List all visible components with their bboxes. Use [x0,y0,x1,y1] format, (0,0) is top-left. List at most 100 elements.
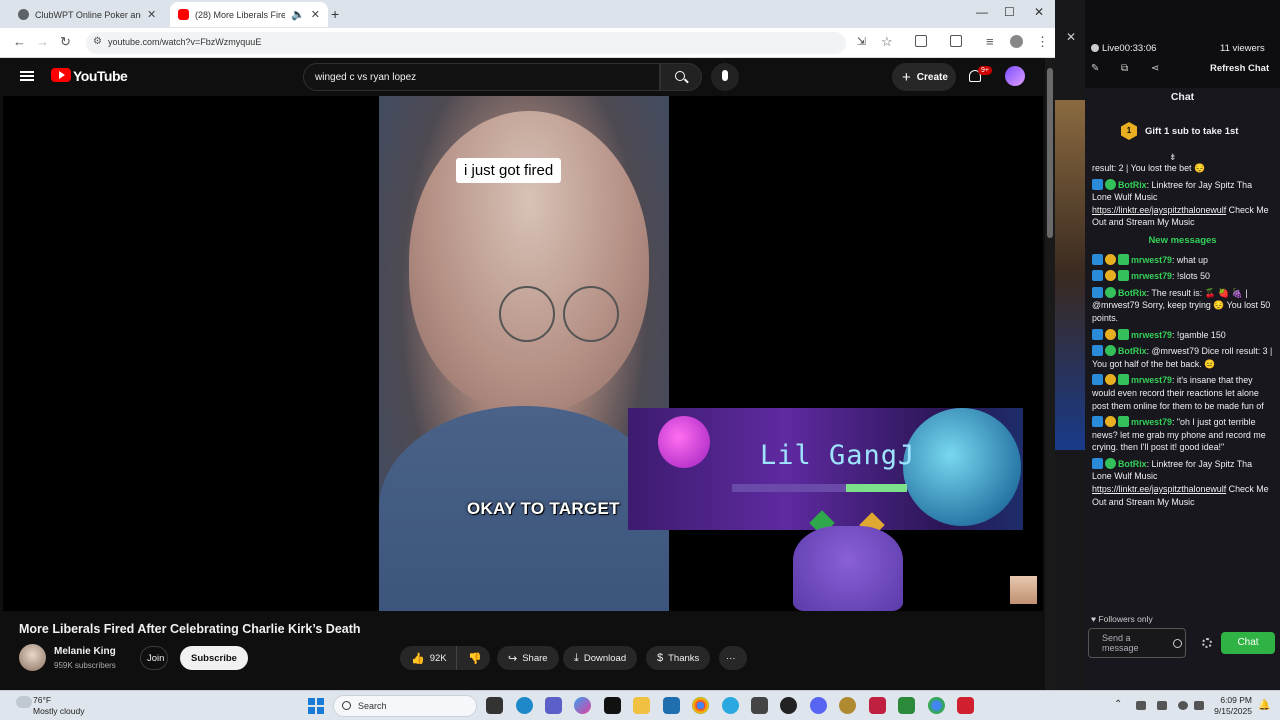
file-explorer-icon[interactable] [633,697,650,714]
chat-message-input[interactable]: Send a message [1088,628,1186,658]
weather-temperature[interactable]: 76°F [33,695,51,705]
site-info-icon[interactable]: ⚙ [93,36,102,47]
chat-message: mrwest79: it's insane that they would ev… [1085,372,1280,414]
message-link[interactable]: https://linktr.ee/jayspitzthalonewulf [1092,205,1226,215]
app-icon[interactable] [780,697,797,714]
copilot-icon[interactable] [574,697,591,714]
search-input[interactable]: winged c vs ryan lopez [303,63,660,91]
glasses [563,286,619,342]
clock-date[interactable]: 9/15/2025 [1199,706,1252,716]
bookmark-star-icon[interactable]: ☆ [881,34,893,50]
chrome-icon[interactable] [928,697,945,714]
chat-username[interactable]: BotRix [1118,459,1147,469]
chat-settings-icon[interactable] [1202,638,1212,648]
store-icon[interactable] [663,697,680,714]
youtube-logo-icon[interactable] [51,68,71,82]
app-icon[interactable] [869,697,886,714]
popout-icon[interactable]: ⧉ [1121,63,1128,74]
download-button[interactable]: ⤓ Download [563,646,638,670]
join-button[interactable]: Join [140,646,168,670]
clock-time[interactable]: 6:09 PM [1212,695,1252,705]
discord-icon[interactable] [810,697,827,714]
app-icon[interactable] [839,697,856,714]
chat-username[interactable]: mrwest79 [1131,255,1172,265]
chat-username[interactable]: BotRix [1118,180,1147,190]
chat-message: BotRix: Linktree for Jay Spitz Tha Lone … [1085,177,1280,231]
app-icon[interactable] [898,697,915,714]
task-view-icon[interactable] [486,697,503,714]
chat-username[interactable]: mrwest79 [1131,271,1172,281]
chat-send-button[interactable]: Chat [1221,632,1275,654]
video-player[interactable]: i just got fired OKAY TO TARGET Lil Gang… [3,96,1043,611]
profile-avatar[interactable] [1010,35,1023,48]
page-scrollbar[interactable] [1045,58,1055,690]
channel-watermark[interactable] [1010,576,1037,604]
edge-icon[interactable] [516,697,533,714]
prime-badge-icon [1092,374,1103,386]
close-window-icon[interactable]: ✕ [1034,5,1044,19]
share-button[interactable]: ↪ Share [497,646,559,670]
search-button[interactable] [660,63,702,91]
notifications-icon[interactable]: 🔔 [1258,700,1270,711]
chrome-icon[interactable] [692,697,709,714]
install-app-icon[interactable]: ⇲ [857,35,866,48]
chat-username[interactable]: BotRix [1118,288,1147,298]
forward-icon[interactable]: → [36,34,49,49]
weather-cloud-icon[interactable] [16,696,32,708]
chat-username[interactable]: mrwest79 [1131,375,1172,385]
close-chat-icon[interactable]: ✕ [1066,30,1076,44]
tray-app-icon[interactable] [1157,701,1167,710]
url-field[interactable]: ⚙ youtube.com/watch?v=FbzWzmyquuE ⇲ [86,32,866,54]
media-controls-icon[interactable]: ≡ [986,34,994,49]
close-tab-icon[interactable]: ✕ [147,8,156,21]
tab-clubwpt[interactable]: ClubWPT Online Poker and Ca ✕ [10,2,170,27]
prime-badge-icon [1092,270,1103,282]
tiktok-icon[interactable] [604,697,621,714]
teams-icon[interactable] [545,697,562,714]
cast-icon[interactable] [950,35,962,47]
extensions-icon[interactable] [915,35,927,47]
edit-icon[interactable]: ✎ [1091,63,1099,74]
tray-app-icon[interactable] [1136,701,1146,710]
new-tab-button[interactable]: + [331,6,339,22]
maximize-icon[interactable]: ☐ [1004,5,1015,19]
subscribe-button[interactable]: Subscribe [180,646,248,670]
chat-message-list[interactable]: result: 2 | You lost the bet 😔 BotRix: L… [1085,160,1280,610]
audio-icon[interactable]: 🔈 [291,8,305,21]
tab-youtube[interactable]: (28) More Liberals Fired Aft 🔈 ✕ [170,2,328,27]
more-actions-button[interactable]: ··· [719,646,747,670]
voice-search-icon[interactable] [711,63,739,91]
app-icon[interactable] [722,697,739,714]
account-avatar[interactable] [1005,66,1025,86]
chat-username[interactable]: BotRix [1118,346,1147,356]
clubwpt-favicon-icon [18,9,29,20]
reload-icon[interactable]: ↻ [60,34,71,50]
weather-description[interactable]: Mostly cloudy [33,706,85,716]
channel-avatar[interactable] [19,644,46,671]
youtube-wordmark[interactable]: YouTube [73,68,128,84]
menu-icon[interactable] [20,71,34,81]
gift-sub-banner[interactable]: 1 Gift 1 sub to take 1st [1085,118,1280,146]
back-icon[interactable]: ← [13,34,26,49]
thanks-button[interactable]: $ Thanks [646,646,711,670]
channel-name[interactable]: Melanie King [54,646,116,657]
browser-menu-icon[interactable]: ⋮ [1036,34,1049,50]
app-icon[interactable] [751,697,768,714]
app-icon[interactable] [957,697,974,714]
message-link[interactable]: https://linktr.ee/jayspitzthalonewulf [1092,484,1226,494]
start-windows-icon[interactable] [308,698,324,714]
scrollbar-thumb[interactable] [1047,68,1053,238]
close-tab-icon[interactable]: ✕ [311,8,320,21]
refresh-chat-button[interactable]: Refresh Chat [1210,63,1269,74]
emote-picker-icon[interactable] [1173,639,1182,648]
wifi-icon[interactable] [1178,701,1188,710]
like-button[interactable]: 👍 92K [400,646,456,670]
share-icon[interactable]: ⋖ [1151,63,1159,74]
create-button[interactable]: + Create [892,63,956,91]
minimize-icon[interactable]: — [976,5,988,19]
taskbar-search[interactable]: Search [333,695,477,717]
dislike-button[interactable]: 👎 [456,646,490,670]
chat-username[interactable]: mrwest79 [1131,417,1172,427]
tray-overflow-icon[interactable]: ⌃ [1114,699,1122,710]
chat-username[interactable]: mrwest79 [1131,330,1172,340]
